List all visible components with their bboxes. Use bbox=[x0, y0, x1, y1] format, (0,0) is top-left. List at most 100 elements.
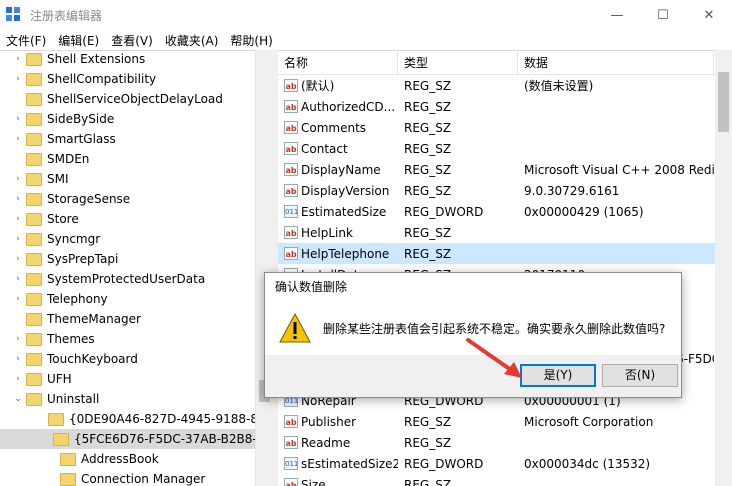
column-data[interactable]: 数据 bbox=[518, 51, 714, 75]
value-data: 0x000034dc (13532) bbox=[524, 456, 651, 471]
value-row[interactable]: ab DisplayVersion REG_SZ 9.0.30729.6161 bbox=[278, 180, 732, 201]
value-data: Microsoft Corporation bbox=[524, 414, 654, 429]
tree-scrollbar[interactable] bbox=[255, 50, 272, 486]
expand-arrow-icon[interactable]: › bbox=[12, 334, 24, 344]
column-name[interactable]: 名称 bbox=[278, 51, 398, 75]
value-row[interactable]: ab Contact REG_SZ bbox=[278, 138, 732, 159]
expand-arrow-icon[interactable]: › bbox=[12, 114, 24, 124]
menu-bar: 文件(F) 编辑(E) 查看(V) 收藏夹(A) 帮助(H) bbox=[0, 30, 732, 50]
expand-arrow-icon[interactable]: › bbox=[12, 74, 24, 84]
string-value-icon: ab bbox=[284, 142, 298, 155]
close-button[interactable]: ✕ bbox=[686, 0, 732, 30]
string-value-icon: ab bbox=[284, 184, 298, 197]
no-button[interactable]: 否(N) bbox=[602, 364, 678, 387]
value-name: DisplayVersion bbox=[301, 183, 390, 198]
tree-item[interactable]: › Shell Extensions bbox=[0, 51, 272, 69]
folder-icon bbox=[26, 112, 42, 126]
value-type: REG_SZ bbox=[404, 162, 452, 177]
expand-arrow-icon[interactable]: › bbox=[12, 54, 24, 64]
tree-item[interactable]: › Store bbox=[0, 209, 272, 229]
tree-item[interactable]: SMDEn bbox=[0, 149, 272, 169]
folder-icon bbox=[60, 452, 76, 466]
folder-icon bbox=[26, 212, 42, 226]
value-row[interactable]: ab HelpTelephone REG_SZ bbox=[278, 243, 732, 264]
tree-item[interactable]: › StorageSense bbox=[0, 189, 272, 209]
folder-icon bbox=[26, 132, 42, 146]
folder-icon bbox=[52, 432, 69, 446]
value-type: REG_SZ bbox=[404, 246, 452, 261]
value-name: HelpTelephone bbox=[301, 246, 390, 261]
value-name: (默认) bbox=[301, 79, 335, 93]
tree-item[interactable]: AddressBook bbox=[0, 449, 272, 469]
folder-icon bbox=[26, 292, 42, 306]
registry-tree: › Shell Extensions › ShellCompatibility Shel… bbox=[0, 50, 272, 486]
column-type[interactable]: 类型 bbox=[398, 51, 518, 75]
string-value-icon: ab bbox=[284, 436, 298, 449]
expand-arrow-icon[interactable]: › bbox=[12, 254, 24, 264]
folder-icon bbox=[26, 272, 42, 286]
value-type: REG_SZ bbox=[404, 435, 452, 450]
tree-item-label: AddressBook bbox=[81, 452, 159, 466]
value-row[interactable]: ab Comments REG_SZ bbox=[278, 117, 732, 138]
yes-button[interactable]: 是(Y) bbox=[520, 364, 596, 387]
tree-item[interactable]: › SystemProtectedUserData bbox=[0, 269, 272, 289]
value-row[interactable]: ab (默认) REG_SZ (数值未设置) bbox=[278, 75, 732, 96]
expand-arrow-icon[interactable]: › bbox=[12, 274, 24, 284]
expand-arrow-icon[interactable]: › bbox=[12, 174, 24, 184]
folder-icon bbox=[26, 252, 42, 266]
expand-arrow-icon[interactable]: › bbox=[12, 374, 24, 384]
values-scrollbar[interactable] bbox=[715, 50, 732, 486]
value-row[interactable]: ab HelpLink REG_SZ bbox=[278, 222, 732, 243]
value-name: sEstimatedSize2 bbox=[301, 456, 398, 471]
tree-item[interactable]: › TouchKeyboard bbox=[0, 349, 272, 369]
expand-arrow-icon[interactable]: › bbox=[12, 354, 24, 364]
value-data: (数值未设置) bbox=[524, 79, 594, 93]
expanded-arrow-icon[interactable]: ⌄ bbox=[12, 394, 24, 404]
value-row[interactable]: ab DisplayName REG_SZ Microsoft Visual C++ … bbox=[278, 159, 732, 180]
tree-item[interactable]: {0DE90A46-827D-4945-9188-877 bbox=[0, 409, 272, 429]
tree-item-label: Store bbox=[47, 212, 79, 226]
expand-arrow-icon[interactable]: › bbox=[12, 194, 24, 204]
expand-arrow-icon[interactable]: › bbox=[12, 294, 24, 304]
value-row[interactable]: 011 sEstimatedSize2 REG_DWORD 0x000034dc (1… bbox=[278, 453, 732, 474]
tree-item[interactable]: › SMI bbox=[0, 169, 272, 189]
tree-item[interactable]: › SysPrepTapi bbox=[0, 249, 272, 269]
tree-item-label: Connection Manager bbox=[81, 472, 206, 486]
values-scroll-thumb[interactable] bbox=[718, 72, 729, 132]
value-row[interactable]: 011 EstimatedSize REG_DWORD 0x00000429 (106… bbox=[278, 201, 732, 222]
tree-item[interactable]: ShellServiceObjectDelayLoad bbox=[0, 89, 272, 109]
string-value-icon: ab bbox=[284, 247, 298, 260]
menu-edit[interactable]: 编辑(E) bbox=[52, 32, 105, 49]
menu-view[interactable]: 查看(V) bbox=[105, 32, 159, 49]
tree-item[interactable]: › SideBySide bbox=[0, 109, 272, 129]
menu-favorites[interactable]: 收藏夹(A) bbox=[159, 32, 225, 49]
expand-arrow-icon[interactable]: › bbox=[12, 234, 24, 244]
tree-item-label: SMI bbox=[47, 172, 69, 186]
tree-item-label: SideBySide bbox=[47, 112, 115, 126]
value-row[interactable]: ab Size REG_SZ bbox=[278, 474, 732, 486]
tree-item[interactable]: › Syncmgr bbox=[0, 229, 272, 249]
tree-item-label: UFH bbox=[47, 372, 72, 386]
tree-item[interactable]: › ShellCompatibility bbox=[0, 69, 272, 89]
menu-help[interactable]: 帮助(H) bbox=[224, 32, 278, 49]
menu-file[interactable]: 文件(F) bbox=[0, 32, 52, 49]
tree-item[interactable]: {5FCE6D76-F5DC-37AB-B2B8-22 bbox=[0, 429, 272, 449]
expand-arrow-icon[interactable]: › bbox=[12, 214, 24, 224]
tree-item-label: SystemProtectedUserData bbox=[47, 272, 206, 286]
expand-arrow-icon[interactable]: › bbox=[12, 134, 24, 144]
folder-icon bbox=[26, 352, 42, 366]
tree-item[interactable]: Connection Manager bbox=[0, 469, 272, 486]
value-row[interactable]: ab Publisher REG_SZ Microsoft Corporation bbox=[278, 411, 732, 432]
tree-item[interactable]: › SmartGlass bbox=[0, 129, 272, 149]
tree-item[interactable]: › Themes bbox=[0, 329, 272, 349]
value-row[interactable]: ab Readme REG_SZ bbox=[278, 432, 732, 453]
tree-item[interactable]: ⌄ Uninstall bbox=[0, 389, 272, 409]
tree-item[interactable]: ThemeManager bbox=[0, 309, 272, 329]
maximize-button[interactable]: ☐ bbox=[640, 0, 686, 30]
value-type: REG_DWORD bbox=[404, 456, 484, 471]
value-type: REG_DWORD bbox=[404, 204, 484, 219]
tree-item[interactable]: › UFH bbox=[0, 369, 272, 389]
tree-item[interactable]: › Telephony bbox=[0, 289, 272, 309]
value-row[interactable]: ab AuthorizedCD... REG_SZ bbox=[278, 96, 732, 117]
minimize-button[interactable]: — bbox=[594, 0, 640, 30]
